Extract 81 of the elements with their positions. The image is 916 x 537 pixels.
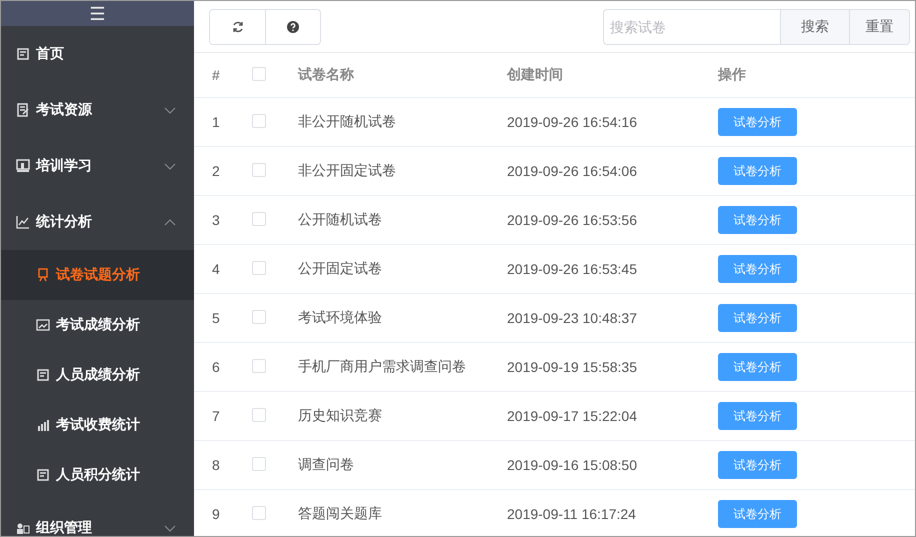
table-cell-text: 考试环境体验 <box>298 309 383 327</box>
table-cell-text: 1 <box>212 114 221 130</box>
table-cell-text: 5 <box>212 310 221 326</box>
board-icon <box>16 47 30 61</box>
submenu-item[interactable]: 考试成绩分析 <box>1 300 194 350</box>
bar-chart-icon <box>36 418 50 432</box>
column-header: 试卷名称 <box>298 66 355 84</box>
refresh-icon <box>232 20 244 32</box>
row-checkbox[interactable] <box>252 456 266 470</box>
chevron-icon <box>164 106 176 114</box>
table-cell-text: 4 <box>212 261 221 277</box>
board-icon <box>36 468 50 482</box>
submenu-item[interactable]: 人员积分统计 <box>1 450 194 500</box>
table-cell-text: 2019-09-26 16:54:16 <box>507 114 638 130</box>
select-all-checkbox[interactable] <box>252 66 266 80</box>
chart-icon <box>16 215 30 229</box>
column-header: # <box>212 67 221 83</box>
search-field[interactable]: 搜索试卷 <box>603 8 780 44</box>
presentation-icon <box>16 159 30 173</box>
help-icon <box>287 20 299 32</box>
analyze-button[interactable]: 试卷分析 <box>718 255 797 283</box>
table-cell-text: 3 <box>212 212 221 228</box>
submenu-item[interactable]: 试卷试题分析 <box>1 250 194 300</box>
search-button[interactable]: 搜索 <box>780 8 850 44</box>
board-icon <box>36 368 50 382</box>
table-cell-text: 9 <box>212 506 221 522</box>
table-cell-text: 2019-09-23 10:48:37 <box>507 310 638 326</box>
table-cell-text: 7 <box>212 408 221 424</box>
help-button[interactable] <box>265 10 320 44</box>
table-cell-text: 答题闯关题库 <box>298 505 383 523</box>
analyze-button[interactable]: 试卷分析 <box>718 402 797 430</box>
row-checkbox[interactable] <box>252 162 266 176</box>
table-cell-text: 手机厂商用户需求调查问卷 <box>298 358 467 376</box>
table-cell-text: 2019-09-16 15:08:50 <box>507 457 638 473</box>
table-cell-text: 2 <box>212 163 221 179</box>
analyze-button[interactable]: 试卷分析 <box>718 157 797 185</box>
menu-item[interactable]: 首页 <box>1 26 194 82</box>
menu-item[interactable]: 组织管理 <box>1 500 194 536</box>
analyze-button[interactable]: 试卷分析 <box>718 500 797 528</box>
table-cell-text: 6 <box>212 359 221 375</box>
table-cell-text: 2019-09-11 16:17:24 <box>507 506 637 522</box>
column-header: 创建时间 <box>507 66 564 84</box>
row-checkbox[interactable] <box>252 212 266 226</box>
row-checkbox[interactable] <box>252 310 266 324</box>
row-checkbox[interactable] <box>252 358 266 372</box>
analyze-button[interactable]: 试卷分析 <box>718 451 797 479</box>
chevron-icon <box>164 524 176 532</box>
row-checkbox[interactable] <box>252 506 266 520</box>
submenu-item[interactable]: 考试收费统计 <box>1 400 194 450</box>
image-icon <box>36 318 50 332</box>
menu-item[interactable]: 统计分析 <box>1 194 194 250</box>
people-icon <box>16 521 30 535</box>
table-cell-text: 2019-09-26 16:54:06 <box>507 163 638 179</box>
table-cell-text: 公开固定试卷 <box>298 260 383 278</box>
easel-icon <box>36 268 50 282</box>
reset-button[interactable]: 重置 <box>850 8 910 44</box>
submenu-item[interactable]: 人员成绩分析 <box>1 350 194 400</box>
analyze-button[interactable]: 试卷分析 <box>718 206 797 234</box>
table-cell-text: 2019-09-26 16:53:56 <box>507 212 638 228</box>
table-cell-text: 非公开随机试卷 <box>298 113 397 131</box>
table-cell-text: 8 <box>212 457 221 473</box>
row-checkbox[interactable] <box>252 114 266 128</box>
table-cell-text: 公开随机试卷 <box>298 211 383 229</box>
document-icon <box>16 103 30 117</box>
table-cell-text: 非公开固定试卷 <box>298 162 397 180</box>
table-cell-text: 2019-09-17 15:22:04 <box>507 408 638 424</box>
menu-icon[interactable]: ☰ <box>89 4 106 22</box>
column-header: 操作 <box>718 66 747 84</box>
chevron-icon <box>164 218 176 226</box>
chevron-icon <box>164 162 176 170</box>
analyze-button[interactable]: 试卷分析 <box>718 353 797 381</box>
analyze-button[interactable]: 试卷分析 <box>718 304 797 332</box>
analyze-button[interactable]: 试卷分析 <box>718 108 797 136</box>
menu-item[interactable]: 考试资源 <box>1 82 194 138</box>
row-checkbox[interactable] <box>252 408 266 422</box>
table-cell-text: 调查问卷 <box>298 456 355 474</box>
table-cell-text: 历史知识竞赛 <box>298 407 383 425</box>
table-cell-text: 2019-09-26 16:53:45 <box>507 261 638 277</box>
table-cell-text: 2019-09-19 15:58:35 <box>507 359 638 375</box>
menu-item[interactable]: 培训学习 <box>1 138 194 194</box>
row-checkbox[interactable] <box>252 260 266 274</box>
